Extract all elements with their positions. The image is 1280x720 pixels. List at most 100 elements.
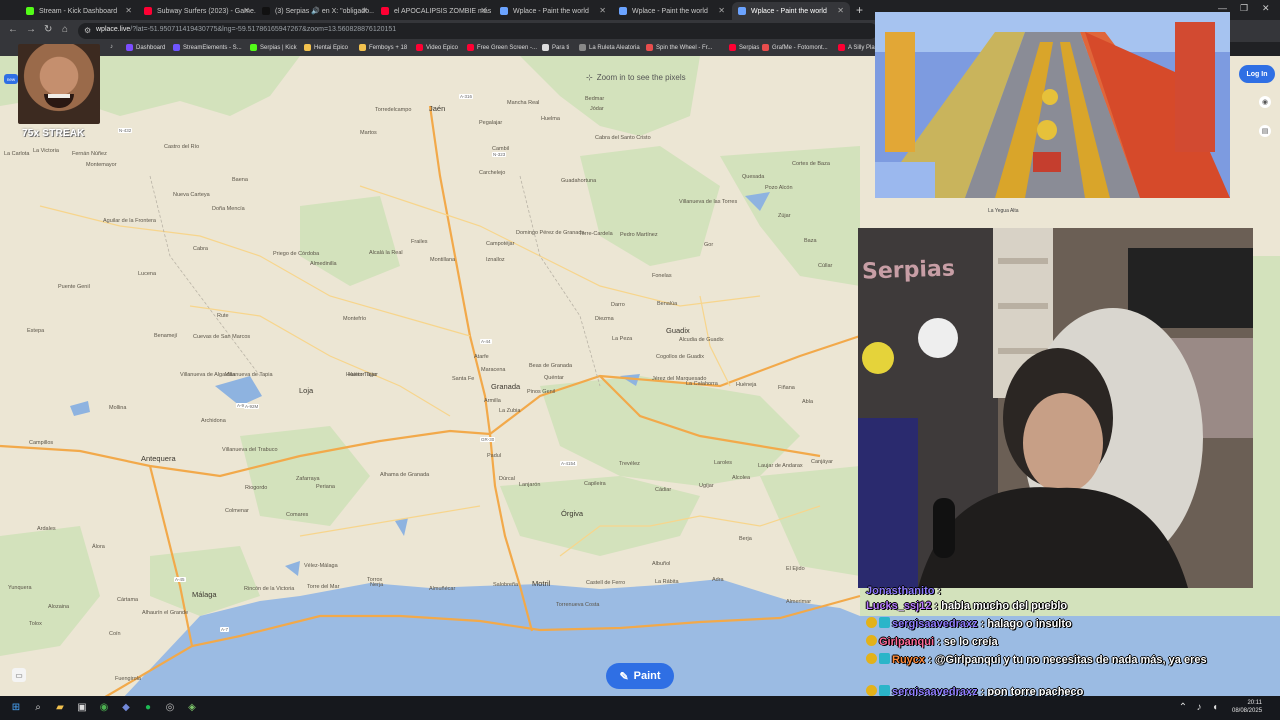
obs-icon[interactable]: ◎ [163, 700, 177, 714]
chat-text: : halago o insulto [980, 618, 1072, 630]
site-info-icon[interactable]: ⚙ [84, 26, 91, 35]
close-window-icon[interactable]: ✕ [1262, 3, 1270, 14]
bookmark-item[interactable]: Serpias [729, 44, 759, 51]
bookmark-favicon-icon [126, 44, 133, 51]
town-label: Guadahortuna [561, 178, 597, 184]
bookmark-item[interactable]: GrafMe - Fotomont... [762, 44, 828, 51]
chat-badge-icon [879, 617, 890, 628]
app-icon[interactable]: ◈ [185, 700, 199, 714]
bookmark-item[interactable]: Femboys + 18 [359, 44, 407, 51]
bookmark-item[interactable]: Serpias | Kick [250, 44, 297, 51]
town-label: Fiñana [778, 385, 795, 391]
town-label: Lanjarón [519, 482, 541, 488]
road-shield: A-44 [480, 339, 492, 344]
bookmark-item[interactable]: StreamElements - S... [173, 44, 242, 51]
town-label: Castell de Ferro [586, 580, 626, 586]
discord-icon[interactable]: ◆ [119, 700, 133, 714]
windows-start-icon[interactable]: ⊞ [9, 700, 23, 714]
browser-tab[interactable]: Subway Surfers (2023) - Game... ✕ [138, 2, 256, 20]
tab-close-icon[interactable]: ✕ [243, 6, 250, 15]
chrome-icon[interactable]: ◉ [97, 700, 111, 714]
url-host: wplace.live [96, 26, 131, 33]
login-button[interactable]: Log In [1239, 65, 1275, 83]
town-label: Carchelejo [479, 170, 506, 176]
tab-favicon-icon [144, 7, 152, 15]
town-label: Villanueva de las Torres [679, 199, 738, 205]
file-explorer-icon[interactable]: ▰ [53, 700, 67, 714]
chat-message: Girlpanqui : se lo creía [866, 635, 1246, 650]
bookmark-label: StreamElements - S... [183, 44, 242, 51]
bookmark-favicon-icon [250, 44, 257, 51]
bookmark-item[interactable]: A Silly Pla [838, 44, 875, 51]
browser-tab[interactable]: Wplace - Paint the world ✕ [732, 2, 850, 20]
bookmark-label: Para ti [552, 44, 570, 51]
browser-tab[interactable]: Wplace - Paint the world ✕ [613, 2, 731, 20]
city-label: Órgiva [561, 509, 584, 518]
bookmark-label: Dashboard [136, 44, 166, 51]
bookmark-item[interactable]: Free Green Screen -... [467, 44, 537, 51]
forward-icon[interactable]: → [26, 24, 36, 35]
town-label: Nueva Carteya [173, 192, 210, 198]
bookmark-item[interactable]: Dashboard [126, 44, 165, 51]
browser-tab[interactable]: el APOCALIPSIS ZOMBIE más H...✕ [375, 2, 493, 20]
maximize-icon[interactable]: ❐ [1240, 3, 1248, 14]
leaderboard-icon[interactable]: ▤ [1259, 125, 1271, 137]
tab-close-icon[interactable]: ✕ [125, 6, 132, 15]
tab-title: Wplace - Paint the world [632, 7, 708, 15]
tab-favicon-icon [26, 7, 34, 15]
mic-icon[interactable]: ♪ [1192, 700, 1206, 714]
bookmark-item[interactable]: Hentai Epico [304, 44, 348, 51]
road-shield: N-432 [118, 128, 133, 133]
tab-close-icon[interactable]: ✕ [718, 6, 725, 15]
bookmark-favicon-icon [304, 44, 311, 51]
town-label: Cártama [117, 597, 139, 603]
town-label: Fernán Núñez [72, 151, 107, 157]
tab-close-icon[interactable]: ✕ [480, 6, 487, 15]
tab-close-icon[interactable]: ✕ [361, 6, 368, 15]
town-label: Bedmar [585, 96, 605, 102]
tiktok-bookmark-icon[interactable]: ♪ [110, 44, 113, 50]
address-bar[interactable]: wplace.live/?lat=-51.950711419430775&lng… [78, 23, 878, 39]
paint-button[interactable]: ✎ Paint [606, 663, 674, 689]
tab-close-icon[interactable]: ✕ [599, 6, 606, 15]
town-label: Pegalajar [479, 120, 503, 126]
reload-icon[interactable]: ↻ [44, 24, 52, 35]
tab-close-icon[interactable]: ✕ [837, 6, 844, 15]
translate-icon[interactable]: ◉ [1259, 96, 1271, 108]
town-label: Abla [802, 399, 814, 405]
bookmark-item[interactable]: Spin the Wheel - Fr... [646, 44, 712, 51]
task-view-icon[interactable]: ▣ [75, 700, 89, 714]
new-tab-button[interactable]: + [856, 3, 863, 17]
town-label: Montemayor [86, 162, 117, 168]
city-label: Loja [299, 386, 314, 395]
search-icon[interactable]: ⌕ [31, 700, 45, 714]
bookmark-item[interactable]: La Ruleta Aleatoria [579, 44, 640, 51]
tray-up-icon[interactable]: ⌃ [1176, 700, 1190, 714]
streak-counter: 75x STREAK [22, 128, 85, 139]
bookmark-favicon-icon [838, 44, 845, 51]
town-label: Rincón de la Victoria [244, 586, 295, 592]
chat-username: Lucks_ssj12 [866, 600, 932, 612]
browser-tab[interactable]: Wplace - Paint the world ✕ [494, 2, 612, 20]
volume-icon[interactable]: ◖ [1208, 700, 1222, 714]
browser-tab[interactable]: (3) Serpias 🔊 en X: "obligado... ✕ [256, 2, 374, 20]
town-label: Huelma [541, 116, 560, 122]
bookmark-item[interactable]: Para ti [542, 44, 569, 51]
town-label: Periana [316, 484, 335, 490]
emote-image [18, 44, 100, 124]
tab-title: Wplace - Paint the world [751, 7, 827, 15]
town-label: Alhaurín el Grande [142, 610, 189, 616]
home-icon[interactable]: ⌂ [62, 24, 68, 35]
chat-message: Jonasthanito : [866, 584, 1246, 599]
town-label: Cádiar [655, 487, 672, 493]
town-label: Armilla [484, 398, 501, 404]
spotify-icon[interactable]: ● [141, 700, 155, 714]
town-label: Darro [611, 302, 625, 308]
town-label: Capileira [584, 481, 606, 487]
bookmark-item[interactable]: Video Epico [416, 44, 458, 51]
back-icon[interactable]: ← [8, 24, 18, 35]
browser-tab[interactable]: Stream - Kick Dashboard ✕ [20, 2, 138, 20]
road-shield: A-92M [244, 404, 260, 409]
layers-icon[interactable]: ▭ [12, 668, 26, 682]
paint-button-label: Paint [633, 670, 661, 682]
